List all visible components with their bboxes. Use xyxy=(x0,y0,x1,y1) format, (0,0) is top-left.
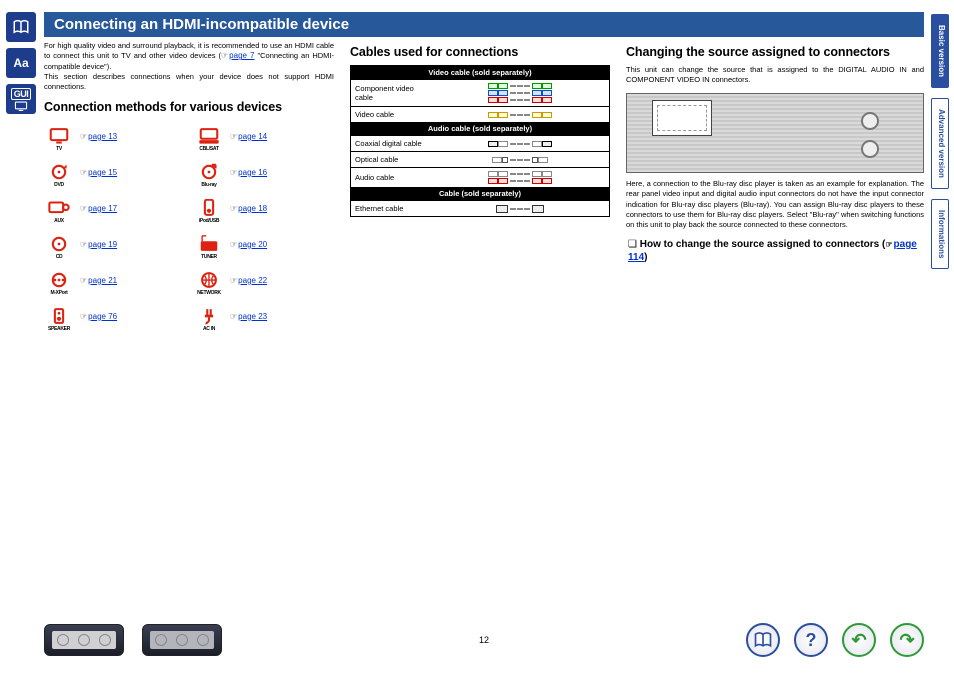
side-tabs: Basic version Advanced version Informati… xyxy=(931,14,949,269)
device-link-acin[interactable]: page 23 xyxy=(238,312,267,321)
tab-basic[interactable]: Basic version xyxy=(931,14,949,88)
intro-page-link[interactable]: page 7 xyxy=(229,51,254,60)
sub-h-b: ) xyxy=(644,252,647,263)
contents-button[interactable] xyxy=(746,623,780,657)
cable-visual xyxy=(431,136,610,152)
cable-name: Audio cable xyxy=(351,168,431,188)
device-network: NETWORK☞page 22 xyxy=(194,264,334,296)
device-cbl: CBL/SAT☞page 14 xyxy=(194,120,334,152)
page-number: 12 xyxy=(479,635,489,645)
device-ipod: iPod/USB☞page 18 xyxy=(194,192,334,224)
cbl-icon: CBL/SAT xyxy=(194,121,224,151)
aa-icon[interactable]: Aa xyxy=(6,48,36,78)
intro-line2: This section describes connections when … xyxy=(44,72,334,91)
cable-row: Component video cable xyxy=(351,80,610,107)
left-nav-strip: Aa GUI xyxy=(6,12,36,114)
cable-row: Optical cable xyxy=(351,152,610,168)
device-link-cbl[interactable]: page 14 xyxy=(238,132,267,141)
cable-table: Video cable (sold separately)Component v… xyxy=(350,65,610,217)
rear-panel-image xyxy=(626,93,924,173)
dvd-icon: DVD xyxy=(44,157,74,187)
tab-informations[interactable]: Informations xyxy=(931,199,949,269)
source-p1: This unit can change the source that is … xyxy=(626,65,924,85)
cd-icon: CD xyxy=(44,229,74,259)
bluray-icon: Blu-ray xyxy=(194,157,224,187)
device-link-dvd[interactable]: page 15 xyxy=(88,168,117,177)
footer-left xyxy=(44,624,222,656)
help-button[interactable]: ? xyxy=(794,623,828,657)
cable-name: Component video cable xyxy=(351,80,431,107)
cable-visual xyxy=(431,107,610,123)
device-link-mxport[interactable]: page 21 xyxy=(88,276,117,285)
acin-icon: AC IN xyxy=(194,301,224,331)
column-connection-methods: For high quality video and surround play… xyxy=(44,41,334,332)
receiver-rear-button[interactable] xyxy=(142,624,222,656)
source-p2: Here, a connection to the Blu-ray disc p… xyxy=(626,179,924,230)
ipod-icon: iPod/USB xyxy=(194,193,224,223)
device-cd: CD☞page 19 xyxy=(44,228,184,260)
device-aux: AUX☞page 17 xyxy=(44,192,184,224)
cable-row: Video cable xyxy=(351,107,610,123)
heading-cables: Cables used for connections xyxy=(350,45,610,59)
device-grid: TV☞page 13 CBL/SAT☞page 14 DVD☞page 15 Blu-… xyxy=(44,120,334,332)
cable-visual xyxy=(431,201,610,217)
cable-section-header: Cable (sold separately) xyxy=(351,187,610,201)
cable-row: Ethernet cable xyxy=(351,201,610,217)
tab-advanced[interactable]: Advanced version xyxy=(931,98,949,189)
network-icon: NETWORK xyxy=(194,265,224,295)
cable-visual xyxy=(431,152,610,168)
cable-visual xyxy=(431,168,610,188)
device-bluray: Blu-ray☞page 16 xyxy=(194,156,334,188)
cable-name: Coaxial digital cable xyxy=(351,136,431,152)
sub-h-a: How to change the source assigned to con… xyxy=(640,239,886,250)
cable-visual xyxy=(431,80,610,107)
cable-name: Ethernet cable xyxy=(351,201,431,217)
receiver-front-button[interactable] xyxy=(44,624,124,656)
tv-icon: TV xyxy=(44,121,74,151)
device-link-speaker[interactable]: page 76 xyxy=(88,312,117,321)
device-link-tv[interactable]: page 13 xyxy=(88,132,117,141)
page-title-banner: Connecting an HDMI-incompatible device xyxy=(44,12,924,37)
device-speaker: SPEAKER☞page 76 xyxy=(44,300,184,332)
device-tuner: TUNER☞page 20 xyxy=(194,228,334,260)
tuner-icon: TUNER xyxy=(194,229,224,259)
device-link-tuner[interactable]: page 20 xyxy=(238,240,267,249)
cable-row: Audio cable xyxy=(351,168,610,188)
aux-icon: AUX xyxy=(44,193,74,223)
speaker-icon: SPEAKER xyxy=(44,301,74,331)
prev-page-button[interactable]: ↶ xyxy=(842,623,876,657)
cable-section-header: Audio cable (sold separately) xyxy=(351,122,610,136)
device-dvd: DVD☞page 15 xyxy=(44,156,184,188)
cable-name: Optical cable xyxy=(351,152,431,168)
device-link-aux[interactable]: page 17 xyxy=(88,204,117,213)
device-link-ipod[interactable]: page 18 xyxy=(238,204,267,213)
device-acin: AC IN☞page 23 xyxy=(194,300,334,332)
cable-section-header: Video cable (sold separately) xyxy=(351,66,610,80)
sub-heading-how-to: How to change the source assigned to con… xyxy=(626,238,924,264)
device-link-cd[interactable]: page 19 xyxy=(88,240,117,249)
device-mxport: M-XPort☞page 21 xyxy=(44,264,184,296)
device-link-network[interactable]: page 22 xyxy=(238,276,267,285)
page-footer: 12 ? ↶ ↷ xyxy=(44,623,924,657)
page-body: Connecting an HDMI-incompatible device F… xyxy=(44,12,924,675)
heading-connection-methods: Connection methods for various devices xyxy=(44,100,334,114)
gui-icon[interactable]: GUI xyxy=(6,84,36,114)
device-link-bluray[interactable]: page 16 xyxy=(238,168,267,177)
intro-text: For high quality video and surround play… xyxy=(44,41,334,92)
footer-right: ? ↶ ↷ xyxy=(746,623,924,657)
next-page-button[interactable]: ↷ xyxy=(890,623,924,657)
cable-name: Video cable xyxy=(351,107,431,123)
column-changing-source: Changing the source assigned to connecto… xyxy=(626,41,924,332)
mxport-icon: M-XPort xyxy=(44,265,74,295)
heading-changing-source: Changing the source assigned to connecto… xyxy=(626,45,924,59)
cable-row: Coaxial digital cable xyxy=(351,136,610,152)
device-tv: TV☞page 13 xyxy=(44,120,184,152)
column-cables: Cables used for connections Video cable … xyxy=(350,41,610,332)
book-icon[interactable] xyxy=(6,12,36,42)
